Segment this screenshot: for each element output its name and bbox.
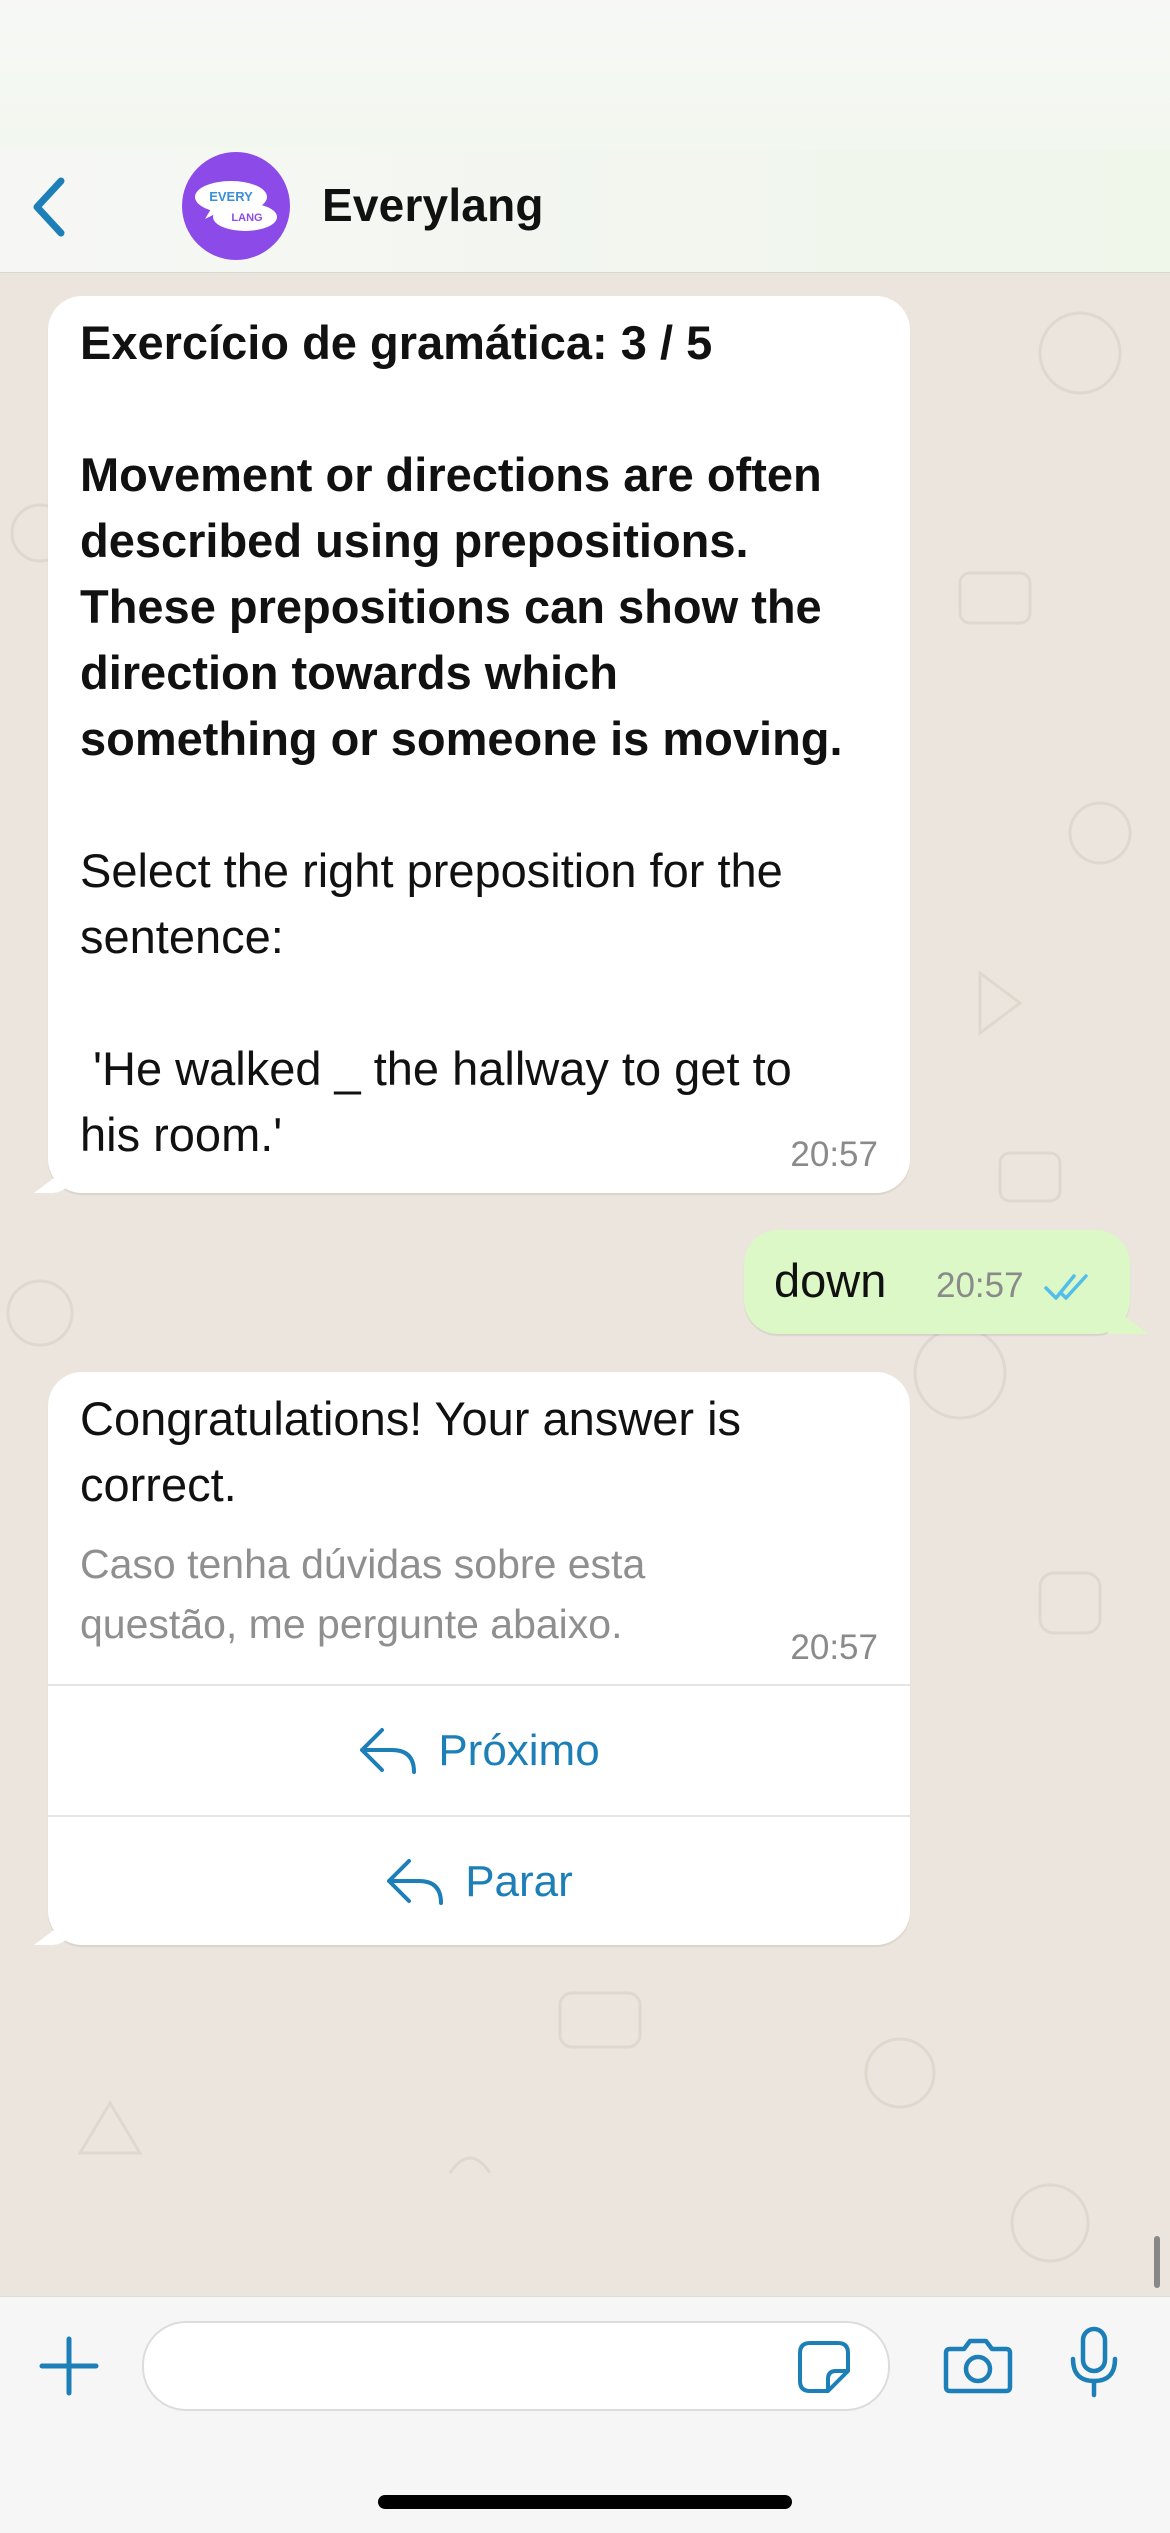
sticker-icon xyxy=(798,2341,850,2393)
scrollbar[interactable] xyxy=(1154,2236,1160,2288)
home-indicator[interactable] xyxy=(378,2495,792,2509)
reply-arrow-icon xyxy=(360,1728,417,1774)
chevron-left-icon xyxy=(33,177,65,237)
outgoing-message[interactable]: down 20:57 xyxy=(744,1230,1130,1334)
exercise-title: Exercício de gramática: 3 / 5 xyxy=(80,316,713,369)
message-timestamp: 20:57 xyxy=(790,1135,878,1174)
everylang-logo: EVERY LANG xyxy=(195,181,277,231)
status-bar-area xyxy=(0,0,1170,150)
explanation-line: something or someone is moving. xyxy=(80,712,843,765)
quick-reply-label: Parar xyxy=(465,1857,573,1906)
svg-text:LANG: LANG xyxy=(231,212,262,224)
back-button[interactable] xyxy=(14,172,84,242)
chat-header: EVERY LANG Everylang xyxy=(0,150,1170,273)
message-timestamp: 20:57 xyxy=(936,1266,1024,1305)
quick-reply-next-button[interactable]: Próximo xyxy=(48,1684,910,1816)
avatar[interactable]: EVERY LANG xyxy=(182,152,290,260)
read-receipt-icon xyxy=(1044,1274,1088,1300)
microphone-icon xyxy=(1070,2326,1118,2398)
reply-arrow-icon xyxy=(387,1859,444,1905)
microphone-button[interactable] xyxy=(1064,2323,1124,2403)
caption-line: Caso tenha dúvidas sobre esta xyxy=(80,1541,646,1587)
outgoing-message-text: down xyxy=(774,1254,887,1307)
input-bar xyxy=(0,2296,1170,2533)
sentence-line: his room.' xyxy=(80,1108,283,1161)
message-timestamp: 20:57 xyxy=(790,1628,878,1667)
plus-icon xyxy=(39,2336,99,2396)
explanation-line: described using prepositions. xyxy=(80,514,749,567)
sentence-line: 'He walked _ the hallway to get to xyxy=(80,1042,792,1095)
explanation-line: Movement or directions are often xyxy=(80,448,822,501)
quick-reply-stop-button[interactable]: Parar xyxy=(48,1815,910,1947)
result-line: Congratulations! Your answer is xyxy=(80,1392,742,1445)
camera-icon xyxy=(943,2338,1013,2394)
camera-button[interactable] xyxy=(938,2327,1018,2403)
explanation-line: direction towards which xyxy=(80,646,618,699)
caption-line: questão, me pergunte abaixo. xyxy=(80,1601,623,1647)
prompt-line: Select the right preposition for the xyxy=(80,844,783,897)
chat-area[interactable]: Exercício de gramática: 3 / 5 Movement o… xyxy=(0,273,1170,2295)
prompt-line: sentence: xyxy=(80,910,284,963)
add-attachment-button[interactable] xyxy=(34,2331,104,2401)
quick-reply-label: Próximo xyxy=(438,1726,600,1775)
result-line: correct. xyxy=(80,1458,237,1511)
sticker-button[interactable] xyxy=(794,2337,854,2397)
incoming-message-exercise[interactable]: Exercício de gramática: 3 / 5 Movement o… xyxy=(48,296,910,1193)
explanation-line: These prepositions can show the xyxy=(80,580,822,633)
svg-text:EVERY: EVERY xyxy=(209,189,253,204)
contact-name[interactable]: Everylang xyxy=(322,178,544,232)
incoming-message-result[interactable]: Congratulations! Your answer is correct.… xyxy=(48,1372,910,1945)
message-input[interactable] xyxy=(142,2321,890,2411)
